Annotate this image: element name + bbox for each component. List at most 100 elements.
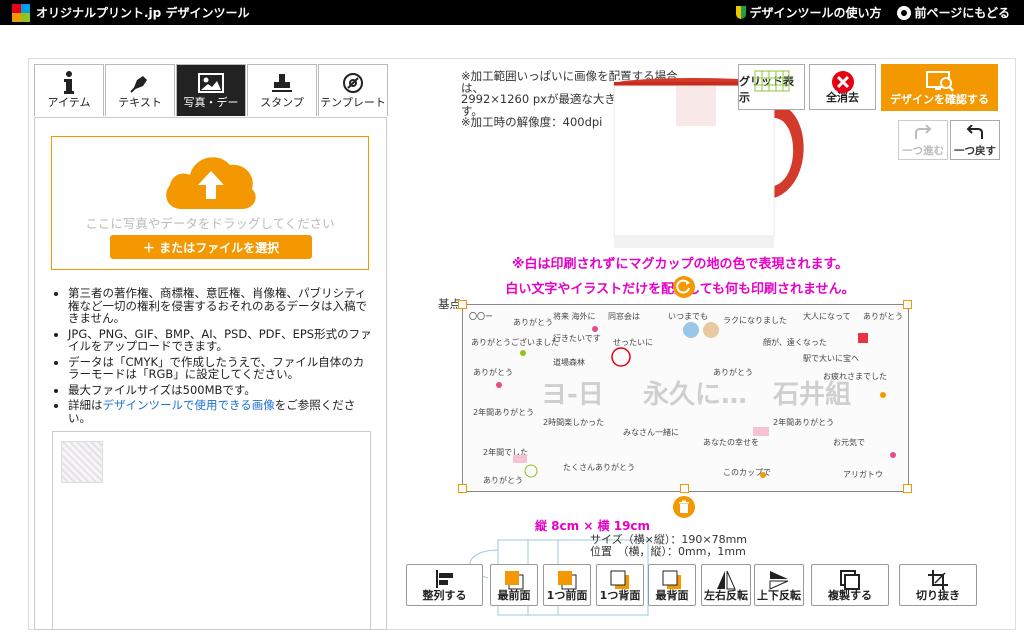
- send-backward-icon: [597, 569, 643, 591]
- upload-dropzone[interactable]: ここに写真やデータをドラッグしてください ＋ またはファイルを選択: [51, 136, 369, 270]
- info-icon: [58, 69, 80, 97]
- uploaded-images-list: [52, 431, 371, 630]
- tab-label: 写真・デー: [183, 96, 239, 109]
- resize-handle-bl[interactable]: [458, 484, 467, 493]
- svg-text:お元気で: お元気で: [833, 437, 865, 447]
- svg-text:〇〇ー: 〇〇ー: [469, 312, 493, 321]
- tab-label: スタンプ: [260, 96, 304, 109]
- artwork-text: ヨ-日: [541, 380, 604, 410]
- svg-text:ありがとう: ありがとう: [473, 367, 513, 377]
- crop-button[interactable]: 切り抜き: [899, 564, 977, 606]
- resize-handle-tr[interactable]: [903, 300, 912, 309]
- duplicate-icon: [812, 569, 888, 591]
- send-to-back-button[interactable]: 最背面: [648, 564, 696, 606]
- resize-handle-bottom[interactable]: [680, 484, 689, 493]
- svg-text:大人になって: 大人になって: [803, 311, 851, 321]
- brand-title: オリジナルプリント.jp デザインツール: [36, 6, 250, 20]
- undo-icon: [966, 125, 983, 139]
- note-item-details: 詳細はデザインツールで使用できる画像をご参照ください。: [68, 399, 372, 424]
- send-backward-button[interactable]: 1つ背面: [596, 564, 644, 606]
- crop-icon: [900, 569, 976, 591]
- note-item: 最大ファイルサイズは500MBです。: [68, 383, 372, 397]
- position-readout: 位置 （横，縦）：0mm，1mm: [590, 545, 746, 558]
- image-icon: [198, 69, 224, 97]
- pen-icon: [129, 69, 151, 97]
- redo-icon: [915, 125, 932, 139]
- upload-notes: 第三者の著作権、商標権、意匠権、肖像権、パブリシティ権など一切の権利を侵害するお…: [52, 287, 372, 427]
- undo-button[interactable]: 一つ戻す: [950, 120, 1000, 160]
- svg-text:2年間ありがとう: 2年間ありがとう: [473, 407, 534, 417]
- svg-text:駅で大いに宝へ: 駅で大いに宝へ: [803, 353, 859, 363]
- send-back-icon: [649, 569, 695, 591]
- cloud-upload-icon: [162, 149, 260, 215]
- tool-tabs: アイテム テキスト 写真・デー スタンプ テンプレート: [34, 64, 389, 116]
- grid-icon: [739, 70, 804, 92]
- svg-text:せったいに: せったいに: [613, 338, 653, 347]
- svg-text:ありがとうございました: ありがとうございました: [471, 337, 559, 347]
- confirm-design-button[interactable]: デザインを確認する: [881, 64, 998, 111]
- drop-text: ここに写真やデータをドラッグしてください: [85, 216, 335, 231]
- placed-artwork[interactable]: 〇〇ー ありがとう 将来 海外に 同窓会は いつまでも ラクになりました 大人になってあ…: [463, 305, 908, 491]
- svg-text:2年間ありがとう: 2年間ありがとう: [773, 417, 834, 427]
- tab-item[interactable]: アイテム: [34, 64, 104, 116]
- tab-text[interactable]: テキスト: [105, 64, 175, 116]
- svg-text:顔が、遠くなった: 顔が、遠くなった: [763, 337, 827, 347]
- template-icon: [342, 69, 364, 97]
- monitor-search-icon: [881, 70, 998, 94]
- svg-text:道場森林: 道場森林: [553, 357, 585, 367]
- resize-handle-tl[interactable]: [458, 300, 467, 309]
- beginner-mark-icon: [736, 6, 747, 19]
- flip-h-icon: [702, 569, 750, 591]
- svg-text:みなさん一緒に: みなさん一緒に: [623, 427, 679, 437]
- artwork-text: 石井組: [772, 379, 851, 410]
- delete-handle[interactable]: [673, 496, 695, 518]
- align-button[interactable]: 整列する: [406, 564, 483, 606]
- logo[interactable]: オリジナルプリント.jp デザインツール: [12, 3, 250, 22]
- top-bar: オリジナルプリント.jp デザインツール デザインツールの使い方 前ページにもど…: [0, 0, 1024, 25]
- help-link-label: デザインツールの使い方: [749, 6, 882, 20]
- note-item: JPG、PNG、GIF、BMP、AI、PSD、PDF、EPS形式のファイルをアッ…: [68, 327, 372, 353]
- size-position-info: サイズ（横×縦）：190×78mm 位置 （横，縦）：0mm，1mm: [590, 534, 747, 558]
- grid-toggle-button[interactable]: グリッド表示: [738, 64, 805, 110]
- back-link-label: 前ページにもどる: [914, 6, 1010, 20]
- flip-horizontal-button[interactable]: 左右反転: [701, 564, 751, 606]
- clear-all-button[interactable]: 全消去: [809, 64, 876, 110]
- svg-text:たくさんありがとう: たくさんありがとう: [563, 462, 635, 472]
- tab-template[interactable]: テンプレート: [318, 64, 388, 116]
- note-item: データは「CMYK」で作成したうえで、ファイル自体のカラーモードは「RGB」に設…: [68, 355, 372, 381]
- usable-images-link[interactable]: デザインツールで使用できる画像: [103, 398, 275, 412]
- svg-text:いつまでも: いつまでも: [668, 312, 708, 321]
- duplicate-button[interactable]: 複製する: [811, 564, 889, 606]
- tab-label: テキスト: [118, 96, 162, 109]
- resize-handle-br[interactable]: [903, 484, 912, 493]
- rotate-icon: [676, 279, 690, 294]
- tab-stamp[interactable]: スタンプ: [247, 64, 317, 116]
- bring-to-front-button[interactable]: 最前面: [490, 564, 538, 606]
- svg-text:ありがとう: ありがとう: [713, 367, 753, 377]
- bring-forward-icon: [544, 569, 590, 591]
- tab-label: アイテム: [47, 96, 91, 109]
- artwork-text: 永久に…: [643, 380, 747, 410]
- align-icon: [407, 569, 482, 589]
- undo-label: 一つ戻す: [954, 145, 996, 157]
- bring-forward-button[interactable]: 1つ前面: [543, 564, 591, 606]
- logo-cube-icon: [12, 3, 32, 22]
- white-print-warning: ※白は印刷されずにマグカップの地の色で表現されます。: [511, 257, 849, 272]
- svg-text:ありがとう: ありがとう: [513, 317, 553, 327]
- clear-icon: [810, 70, 875, 94]
- select-file-button[interactable]: ＋ またはファイルを選択: [110, 235, 312, 259]
- stamp-icon: [271, 69, 293, 97]
- uploaded-image-thumbnail[interactable]: [61, 441, 103, 483]
- rotate-handle[interactable]: [673, 276, 695, 298]
- svg-text:行きたいです: 行きたいです: [553, 333, 601, 343]
- design-canvas[interactable]: 〇〇ー ありがとう 将来 海外に 同窓会は いつまでも ラクになりました 大人になってあ…: [462, 304, 909, 492]
- back-link[interactable]: 前ページにもどる: [897, 4, 1010, 21]
- svg-text:2時間楽しかった: 2時間楽しかった: [543, 417, 604, 427]
- help-link[interactable]: デザインツールの使い方: [736, 4, 881, 21]
- tab-photo-data[interactable]: 写真・デー: [176, 64, 246, 116]
- flip-vertical-button[interactable]: 上下反転: [754, 564, 804, 606]
- tab-label: テンプレート: [320, 96, 386, 109]
- svg-text:ありがとう: ありがとう: [483, 475, 523, 485]
- redo-label: 一つ進む: [902, 145, 944, 157]
- redo-button[interactable]: 一つ進む: [898, 120, 948, 160]
